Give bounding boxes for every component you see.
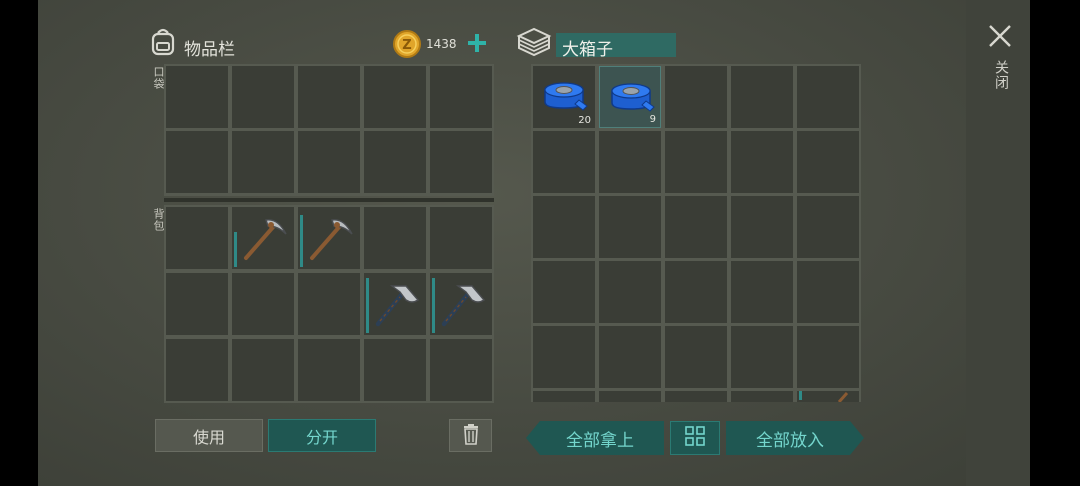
use-button[interactable]: 使用 (155, 419, 263, 452)
durability-bar (300, 215, 303, 267)
backpack-slot[interactable] (364, 207, 426, 269)
durability-bar (234, 232, 237, 267)
pocket-slot[interactable] (364, 66, 426, 128)
durability-bar (799, 391, 802, 400)
backpack-slot[interactable] (298, 273, 360, 335)
chest-slot[interactable] (731, 196, 793, 258)
chest-slot[interactable] (731, 391, 793, 402)
split-button[interactable]: 分开 (268, 419, 376, 452)
pocket-slot[interactable] (166, 66, 228, 128)
chest-slot[interactable] (665, 66, 727, 128)
backpack-slot[interactable] (298, 207, 360, 269)
chest-slot[interactable] (665, 326, 727, 388)
durability-bar (366, 278, 369, 333)
chest-slot[interactable] (533, 131, 595, 193)
pocket-slot[interactable] (232, 66, 294, 128)
durability-bar (432, 278, 435, 333)
take-all-label: 全部拿上 (566, 430, 634, 451)
chest-title: 大箱子 (562, 40, 613, 60)
hatchet-icon (436, 278, 488, 334)
pocket-slot[interactable] (232, 131, 294, 193)
pocket-slot[interactable] (430, 66, 492, 128)
backpack-slot[interactable] (232, 339, 294, 401)
svg-text:Z: Z (402, 38, 411, 53)
chest-slot[interactable] (797, 131, 859, 193)
coin-icon: Z (392, 29, 422, 59)
chest-slot[interactable] (533, 196, 595, 258)
pickaxe-icon (304, 212, 356, 268)
chest-slot[interactable] (797, 261, 859, 323)
chest-slot[interactable] (533, 326, 595, 388)
chest-slot[interactable] (731, 131, 793, 193)
chest-slot[interactable] (599, 261, 661, 323)
chest-slot[interactable] (797, 66, 859, 128)
pickaxe-icon (238, 212, 290, 268)
chest-slot[interactable] (665, 131, 727, 193)
backpack-icon (148, 26, 178, 58)
inventory-title: 物品栏 (184, 40, 235, 60)
take-all-button[interactable]: 全部拿上 (526, 421, 664, 455)
trash-button[interactable] (449, 419, 492, 452)
chest-slot[interactable] (599, 391, 661, 402)
chest-slot[interactable] (599, 131, 661, 193)
chest-icon (516, 26, 552, 58)
item-count: 20 (578, 115, 591, 126)
chest-slot[interactable] (797, 196, 859, 258)
blue-tape-icon (606, 77, 656, 121)
chest-slot[interactable] (731, 261, 793, 323)
chest-slot[interactable] (599, 326, 661, 388)
chest-slot[interactable] (665, 261, 727, 323)
close-icon[interactable] (986, 22, 1014, 50)
chest-title-field: 大箱子 (556, 33, 676, 60)
backpack-slot[interactable] (232, 207, 294, 269)
plus-icon[interactable] (464, 30, 490, 56)
item-count: 9 (649, 114, 656, 125)
coin-count: 1438 (426, 37, 457, 51)
chest-slot[interactable] (731, 326, 793, 388)
section-divider (164, 198, 494, 202)
pocket-slot[interactable] (298, 66, 360, 128)
hatchet-icon (370, 278, 422, 334)
sort-button[interactable] (670, 421, 720, 455)
blue-tape-icon (539, 76, 589, 120)
put-all-label: 全部放入 (756, 430, 824, 451)
trash-icon (462, 423, 480, 449)
chest-slot[interactable]: 20 (533, 66, 595, 128)
chest-slot[interactable] (665, 391, 727, 402)
chest-slot[interactable] (731, 66, 793, 128)
chest-slot[interactable]: 9 (599, 66, 661, 128)
chest-slot[interactable] (533, 261, 595, 323)
pocket-slot[interactable] (166, 131, 228, 193)
close-label[interactable]: 关闭 (991, 60, 1011, 90)
backpack-slot[interactable] (166, 207, 228, 269)
chest-slot[interactable] (797, 391, 859, 402)
put-all-button[interactable]: 全部放入 (726, 421, 864, 455)
backpack-slot[interactable] (364, 273, 426, 335)
pocket-slot[interactable] (430, 131, 492, 193)
backpack-slot[interactable] (364, 339, 426, 401)
pocket-slot[interactable] (298, 131, 360, 193)
backpack-slot[interactable] (166, 273, 228, 335)
backpack-slot[interactable] (232, 273, 294, 335)
sort-grid-icon (684, 425, 706, 451)
chest-slot[interactable] (599, 196, 661, 258)
backpack-slot[interactable] (430, 339, 492, 401)
backpack-slot[interactable] (430, 207, 492, 269)
backpack-slot[interactable] (298, 339, 360, 401)
backpack-slot[interactable] (430, 273, 492, 335)
backpack-slot[interactable] (166, 339, 228, 401)
chest-slot[interactable] (533, 391, 595, 402)
chest-slot[interactable] (665, 196, 727, 258)
pocket-slot[interactable] (364, 131, 426, 193)
chest-slot[interactable] (797, 326, 859, 388)
